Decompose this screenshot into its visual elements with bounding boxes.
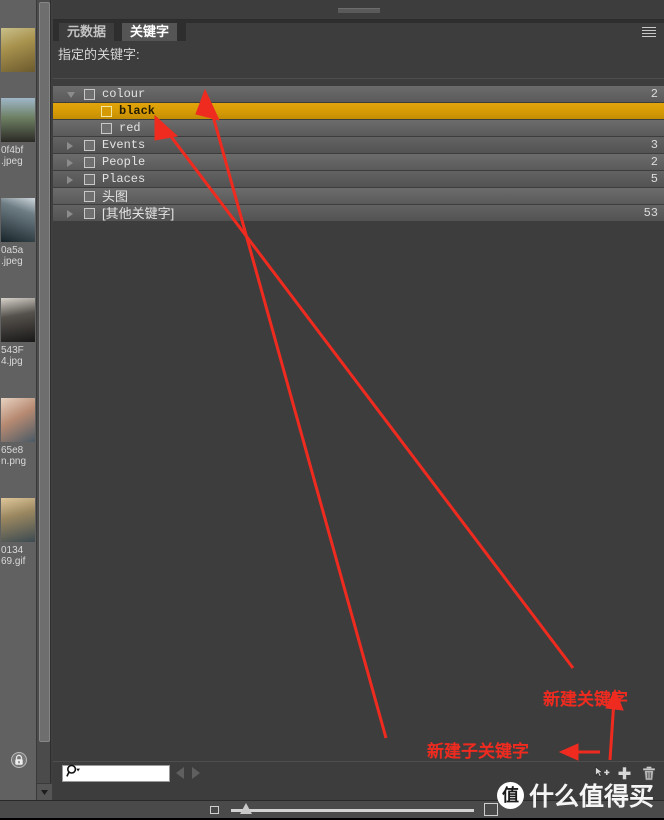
keyword-checkbox[interactable] <box>101 106 112 117</box>
keyword-toolbar <box>53 761 664 784</box>
chevron-right-icon[interactable] <box>67 142 73 150</box>
chevron-right-icon[interactable] <box>67 176 73 184</box>
trash-icon[interactable] <box>642 766 656 786</box>
scroll-down-arrow-icon[interactable] <box>37 783 52 800</box>
assigned-keywords-label: 指定的关键字: <box>58 47 140 62</box>
thumbnail-size-bar <box>0 800 664 818</box>
thumbnail-image[interactable] <box>1 398 35 442</box>
assigned-divider <box>53 78 664 79</box>
keyword-label: Places <box>102 172 146 186</box>
prev-arrow-icon[interactable] <box>176 767 184 779</box>
keyword-checkbox[interactable] <box>84 89 95 100</box>
small-thumbnail-icon[interactable] <box>210 806 219 814</box>
thumbnail-filename: 0a5a <box>1 245 24 256</box>
thumbnail-item[interactable]: 543F 4.jpg <box>0 298 36 367</box>
thumbnail-image[interactable] <box>1 498 35 542</box>
keyword-count: 3 <box>650 138 658 152</box>
thumbnail-filename: 0f4bf <box>1 145 24 156</box>
keyword-row[interactable]: 头图 <box>53 188 664 205</box>
thumbnail-filename-ext: 69.gif <box>1 556 26 567</box>
thumbnail-size-slider[interactable] <box>231 809 474 812</box>
keyword-label: colour <box>102 87 146 101</box>
thumbnail-item[interactable] <box>0 28 36 72</box>
keyword-label: [其他关键字] <box>102 206 175 221</box>
keyword-count: 2 <box>650 155 658 169</box>
keywords-panel: 元数据 关键字 指定的关键字: colour 2 black red Events 3 Pe… <box>53 0 664 800</box>
filmstrip-scrollbar[interactable] <box>36 0 52 800</box>
keyword-label: 头图 <box>102 189 129 204</box>
thumbnail-image[interactable] <box>1 298 35 342</box>
hamburger-menu-icon[interactable] <box>642 27 656 37</box>
keyword-row[interactable]: Places 5 <box>53 171 664 188</box>
keyword-row[interactable]: Events 3 <box>53 137 664 154</box>
content-filmstrip[interactable]: 0f4bf .jpeg 0a5a .jpeg 543F 4.jpg 65e8 n.png 013… <box>0 0 36 800</box>
thumbnail-image[interactable] <box>1 98 35 142</box>
thumbnail-filename: 543F <box>1 345 24 356</box>
filmstrip-scrollbar-thumb[interactable] <box>39 2 50 742</box>
thumbnail-image[interactable] <box>1 198 35 242</box>
chevron-down-icon[interactable] <box>67 92 75 98</box>
thumbnail-filename-ext: .jpeg <box>1 156 23 167</box>
keyword-checkbox[interactable] <box>84 140 95 151</box>
keyword-row[interactable]: black <box>53 103 664 120</box>
search-input[interactable] <box>82 766 164 781</box>
keyword-row[interactable]: red <box>53 120 664 137</box>
keyword-label: red <box>119 121 141 135</box>
keyword-label: People <box>102 155 146 169</box>
search-field-wrapper[interactable] <box>62 764 170 783</box>
magnifier-icon[interactable] <box>66 764 81 783</box>
chevron-right-icon[interactable] <box>67 210 73 218</box>
thumbnail-filename-ext: 4.jpg <box>1 356 23 367</box>
thumbnail-item[interactable]: 0134 69.gif <box>0 498 36 567</box>
keyword-checkbox[interactable] <box>84 191 95 202</box>
thumbnail-item[interactable]: 0f4bf .jpeg <box>0 98 36 167</box>
tab-keywords[interactable]: 关键字 <box>122 23 178 41</box>
keyword-tree[interactable]: colour 2 black red Events 3 People 2 Places 5 头图 [其… <box>53 86 664 761</box>
keyword-count: 2 <box>650 87 658 101</box>
keyword-row[interactable]: [其他关键字] 53 <box>53 205 664 222</box>
thumbnail-filename-ext: .jpeg <box>1 256 23 267</box>
keyword-checkbox[interactable] <box>84 174 95 185</box>
thumbnail-filename: 65e8 <box>1 445 24 456</box>
thumbnail-filename: 0134 <box>1 545 24 556</box>
thumbnail-image[interactable] <box>1 28 35 72</box>
thumbnail-filename-ext: n.png <box>1 456 27 467</box>
thumbnail-size-slider-knob[interactable] <box>240 803 252 814</box>
keyword-count: 53 <box>643 206 658 220</box>
thumbnail-item[interactable]: 65e8 n.png <box>0 398 36 467</box>
keyword-label: black <box>119 104 156 118</box>
keyword-tree-empty-area[interactable] <box>53 222 664 753</box>
keyword-label: Events <box>102 138 146 152</box>
keyword-checkbox[interactable] <box>84 157 95 168</box>
large-thumbnail-icon[interactable] <box>484 803 498 816</box>
keyword-row[interactable]: colour 2 <box>53 86 664 103</box>
chevron-right-icon[interactable] <box>67 159 73 167</box>
tab-bar-filler <box>186 23 664 41</box>
keyword-checkbox[interactable] <box>84 208 95 219</box>
tab-metadata[interactable]: 元数据 <box>59 23 115 41</box>
keyword-count: 5 <box>650 172 658 186</box>
new-sub-keyword-icon[interactable] <box>594 766 610 786</box>
lock-icon <box>11 752 27 768</box>
next-arrow-icon[interactable] <box>192 767 200 779</box>
keyword-checkbox[interactable] <box>101 123 112 134</box>
thumbnail-item[interactable]: 0a5a .jpeg <box>0 198 36 267</box>
panel-tab-bar: 元数据 关键字 <box>53 20 664 41</box>
keyword-row[interactable]: People 2 <box>53 154 664 171</box>
bridge-window: 0f4bf .jpeg 0a5a .jpeg 543F 4.jpg 65e8 n.png 013… <box>0 0 664 820</box>
new-keyword-icon[interactable] <box>617 766 632 786</box>
panel-drag-handle[interactable] <box>53 0 664 20</box>
